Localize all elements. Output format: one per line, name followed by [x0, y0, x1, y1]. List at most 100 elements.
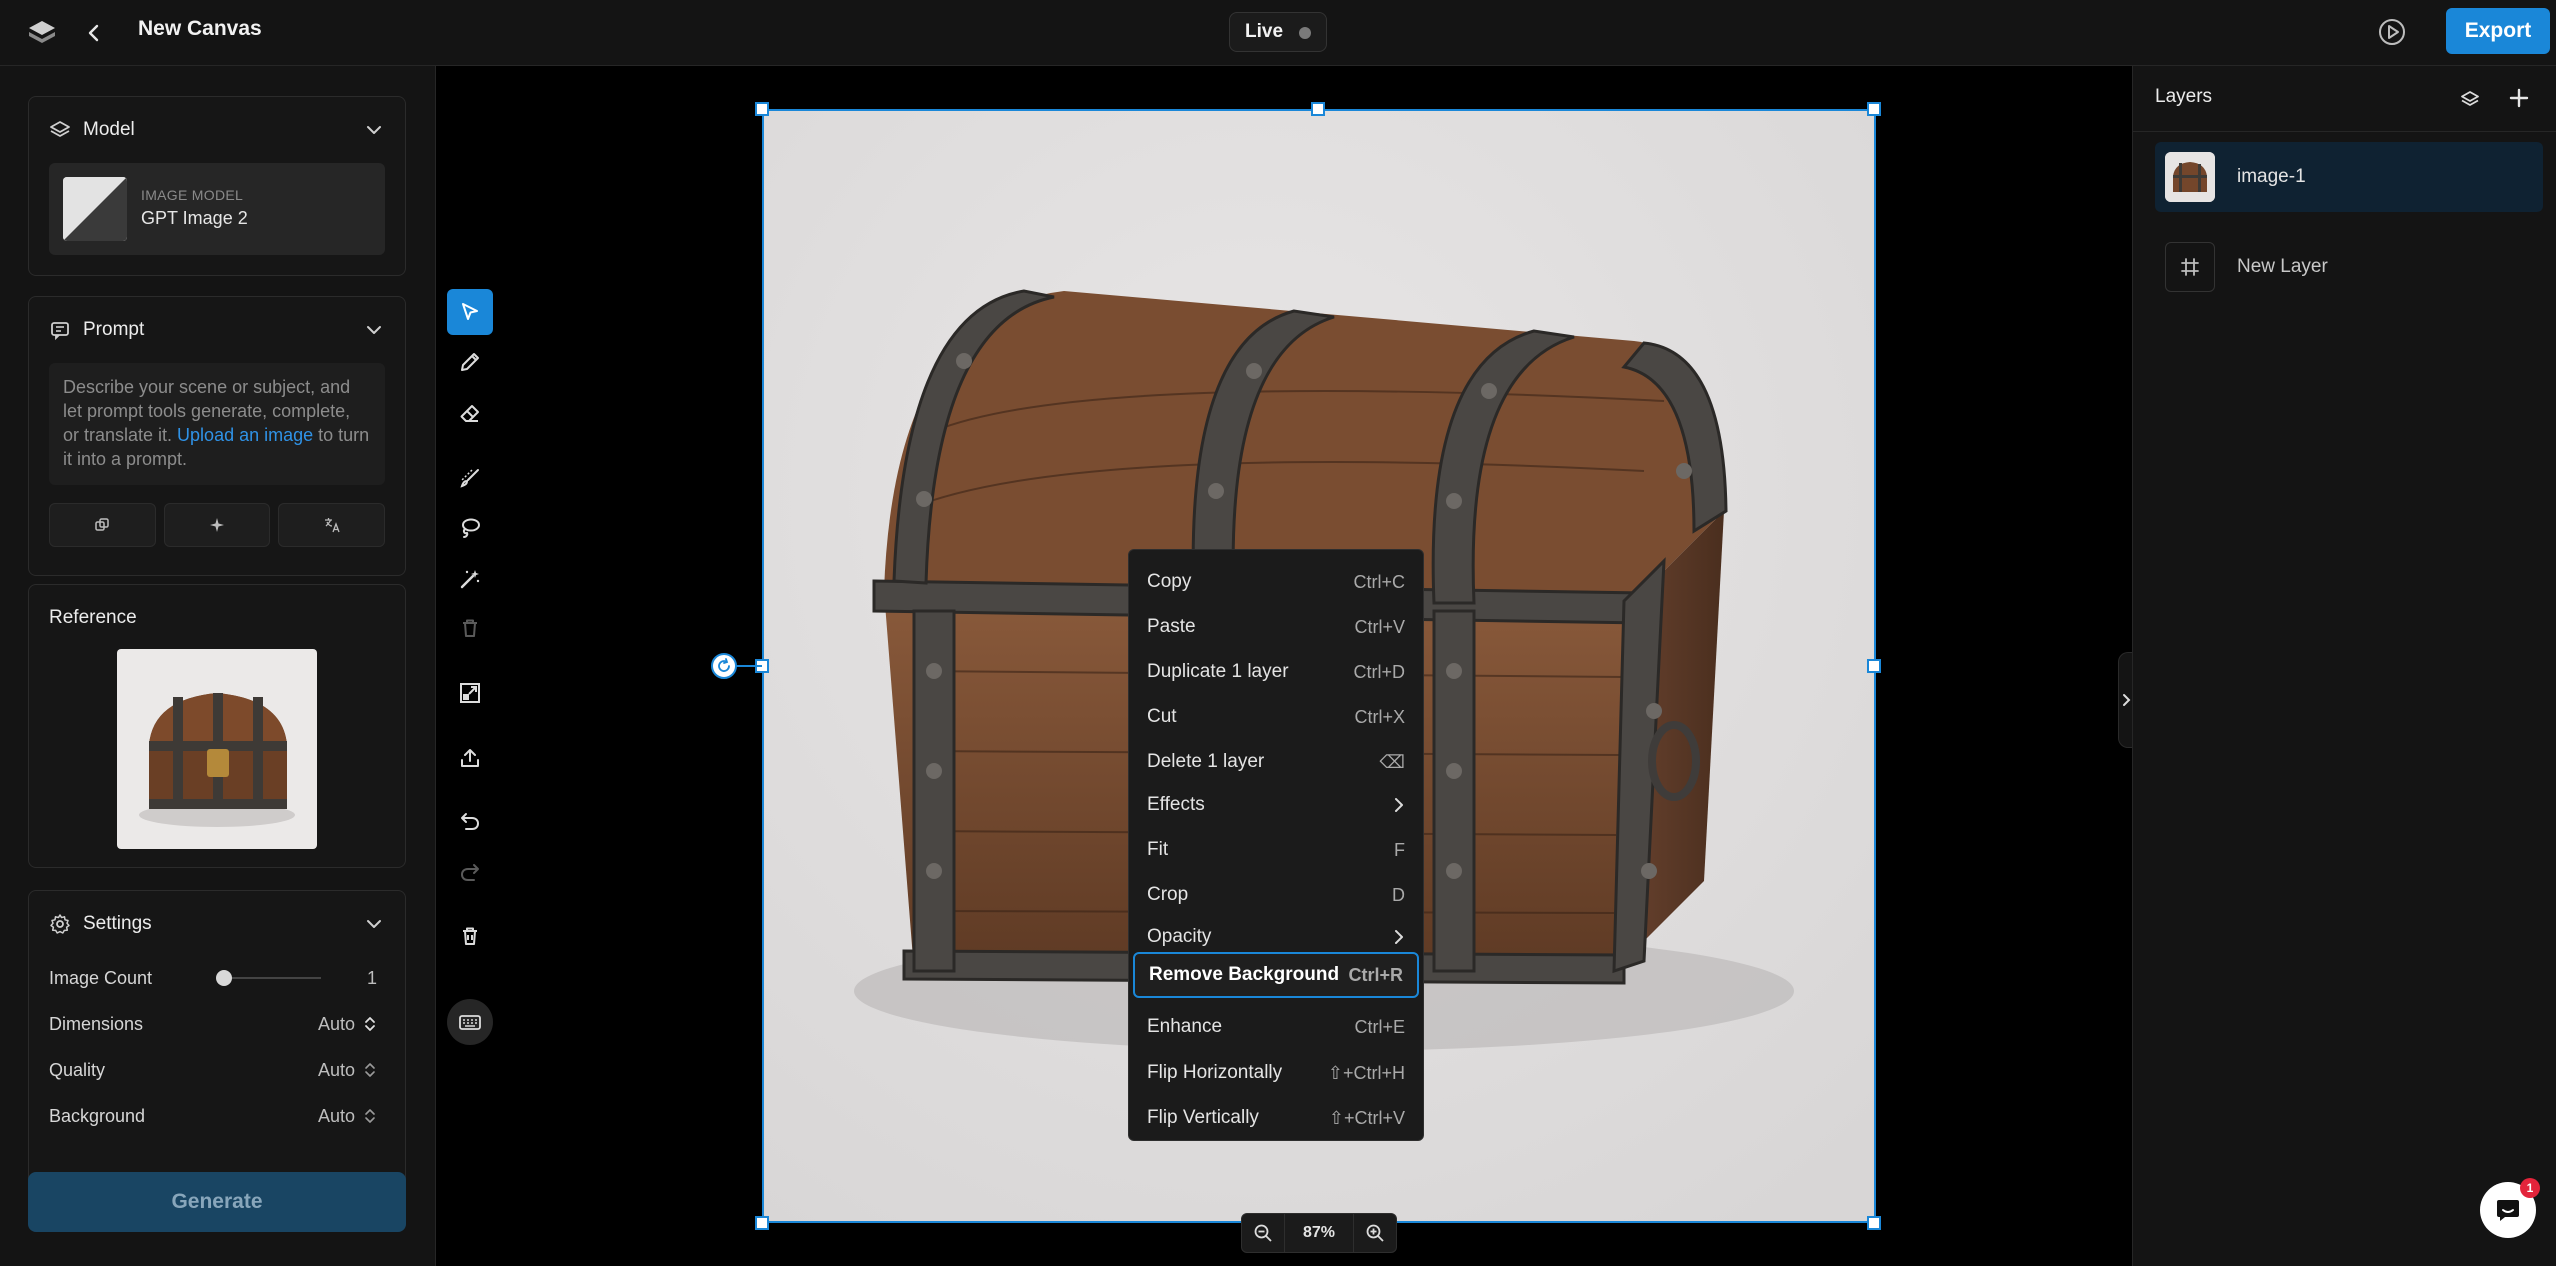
pen-tool[interactable]	[447, 339, 493, 385]
zoom-out-icon	[1254, 1224, 1272, 1242]
menu-item-opacity[interactable]: Opacity	[1133, 917, 1419, 957]
upload-icon	[461, 749, 479, 767]
chevron-down-icon[interactable]	[363, 119, 385, 141]
resize-handle-top[interactable]	[1311, 102, 1325, 116]
updown-chevron-icon	[365, 1109, 375, 1123]
menu-label: Effects	[1147, 794, 1205, 815]
zoom-out-button[interactable]	[1242, 1214, 1284, 1252]
prompt-translate-button[interactable]	[278, 503, 386, 547]
chevron-down-icon[interactable]	[363, 319, 385, 341]
menu-item-crop[interactable]: Crop D	[1133, 875, 1419, 915]
background-row: Background Auto	[49, 1101, 385, 1131]
settings-header[interactable]: Settings	[49, 911, 152, 937]
resize-handle-top-left[interactable]	[755, 102, 769, 116]
menu-shortcut: Ctrl+C	[1353, 571, 1405, 592]
quality-select[interactable]: Auto	[318, 1060, 377, 1081]
dimensions-select[interactable]: Auto	[318, 1014, 377, 1035]
menu-item-delete[interactable]: Delete 1 layer ⌫	[1133, 742, 1419, 782]
chevron-down-icon[interactable]	[363, 913, 385, 935]
redo-tool[interactable]	[447, 849, 493, 895]
generate-button[interactable]: Generate	[28, 1172, 406, 1232]
upload-tool[interactable]	[447, 735, 493, 781]
resize-handle-right[interactable]	[1867, 659, 1881, 673]
eraser-tool[interactable]	[447, 390, 493, 436]
add-layer-icon[interactable]	[2507, 86, 2531, 110]
clear-tool[interactable]	[447, 605, 493, 651]
resize-tool[interactable]	[447, 670, 493, 716]
menu-label: Paste	[1147, 616, 1196, 637]
image-count-label: Image Count	[49, 967, 153, 988]
export-button[interactable]: Export	[2446, 8, 2550, 54]
layer-item-new-layer[interactable]: New Layer	[2155, 232, 2543, 302]
brush-tool[interactable]	[447, 455, 493, 501]
menu-shortcut: Ctrl+V	[1354, 616, 1405, 637]
back-arrow-icon[interactable]	[76, 15, 112, 51]
live-label: Live	[1245, 21, 1284, 42]
rotate-connector	[735, 665, 762, 667]
background-label: Background	[49, 1105, 146, 1126]
background-select[interactable]: Auto	[318, 1106, 377, 1127]
prompt-input[interactable]: Describe your scene or subject, and let …	[49, 363, 385, 485]
logo-icon[interactable]	[24, 15, 60, 51]
canvas-title[interactable]: New Canvas	[138, 17, 262, 41]
updown-chevron-icon	[365, 1063, 375, 1077]
layers-stack-icon[interactable]	[2459, 88, 2481, 110]
prompt-generate-button[interactable]	[49, 503, 156, 547]
delete-tool[interactable]	[447, 913, 493, 959]
menu-item-cut[interactable]: Cut Ctrl+X	[1133, 697, 1419, 737]
zoom-in-button[interactable]	[1354, 1214, 1396, 1252]
menu-item-remove-background[interactable]: Remove Background Ctrl+R	[1133, 952, 1419, 998]
upload-image-link[interactable]: Upload an image	[177, 425, 313, 445]
menu-label: Opacity	[1147, 926, 1212, 947]
menu-item-flip-horizontal[interactable]: Flip Horizontally ⇧+Ctrl+H	[1133, 1053, 1419, 1093]
live-toggle[interactable]: Live	[1229, 12, 1327, 52]
model-selector[interactable]: IMAGE MODEL GPT Image 2	[49, 163, 385, 255]
select-tool[interactable]	[447, 289, 493, 335]
keyboard-shortcuts-button[interactable]	[447, 999, 493, 1045]
layer-item-image-1[interactable]: image-1	[2155, 142, 2543, 212]
menu-label: Crop	[1147, 884, 1189, 905]
play-icon[interactable]	[2374, 14, 2410, 50]
reference-image[interactable]	[117, 649, 317, 849]
menu-label: Copy	[1147, 571, 1192, 592]
prompt-header[interactable]: Prompt	[49, 317, 144, 343]
resize-handle-top-right[interactable]	[1867, 102, 1881, 116]
trash-icon	[463, 619, 477, 637]
frame-icon	[2165, 242, 2215, 292]
prompt-complete-button[interactable]	[163, 503, 271, 547]
menu-shortcut: Ctrl+R	[1348, 964, 1403, 985]
menu-item-copy[interactable]: Copy Ctrl+C	[1133, 562, 1419, 602]
resize-handle-bottom-left[interactable]	[755, 1216, 769, 1230]
settings-card: Settings Image Count 1 Dimensions Auto Q…	[28, 890, 406, 1216]
prompt-tools	[49, 503, 386, 547]
rotate-handle[interactable]	[711, 653, 737, 679]
dimensions-value: Auto	[317, 1013, 355, 1034]
chat-icon	[2497, 1200, 2519, 1221]
top-bar: New Canvas Live Export	[0, 0, 2556, 66]
magic-wand-icon	[460, 570, 480, 589]
menu-item-effects[interactable]: Effects	[1133, 785, 1419, 825]
image-count-slider[interactable]	[225, 977, 321, 979]
zoom-level[interactable]: 87%	[1284, 1214, 1354, 1252]
menu-shortcut: ⇧+Ctrl+V	[1328, 1107, 1405, 1128]
menu-item-paste[interactable]: Paste Ctrl+V	[1133, 607, 1419, 647]
resize-handle-bottom-right[interactable]	[1867, 1216, 1881, 1230]
menu-item-fit[interactable]: Fit F	[1133, 830, 1419, 870]
model-header[interactable]: Model	[49, 117, 135, 143]
image-count-slider-handle[interactable]	[216, 970, 232, 986]
settings-heading: Settings	[83, 913, 152, 934]
menu-shortcut: Ctrl+D	[1353, 661, 1405, 682]
lasso-tool[interactable]	[447, 505, 493, 551]
copy-stack-icon	[95, 518, 110, 531]
menu-label: Flip Vertically	[1147, 1107, 1259, 1128]
menu-item-flip-vertical[interactable]: Flip Vertically ⇧+Ctrl+V	[1133, 1098, 1419, 1138]
undo-tool[interactable]	[447, 798, 493, 844]
menu-item-duplicate[interactable]: Duplicate 1 layer Ctrl+D	[1133, 652, 1419, 692]
quality-label: Quality	[49, 1059, 106, 1080]
magic-wand-tool[interactable]	[447, 556, 493, 602]
reference-header: Reference	[49, 605, 137, 631]
chevron-right-icon	[1395, 798, 1403, 812]
dimensions-row: Dimensions Auto	[49, 1009, 385, 1039]
image-count-row: Image Count 1	[49, 963, 385, 993]
menu-item-enhance[interactable]: Enhance Ctrl+E	[1133, 1007, 1419, 1047]
